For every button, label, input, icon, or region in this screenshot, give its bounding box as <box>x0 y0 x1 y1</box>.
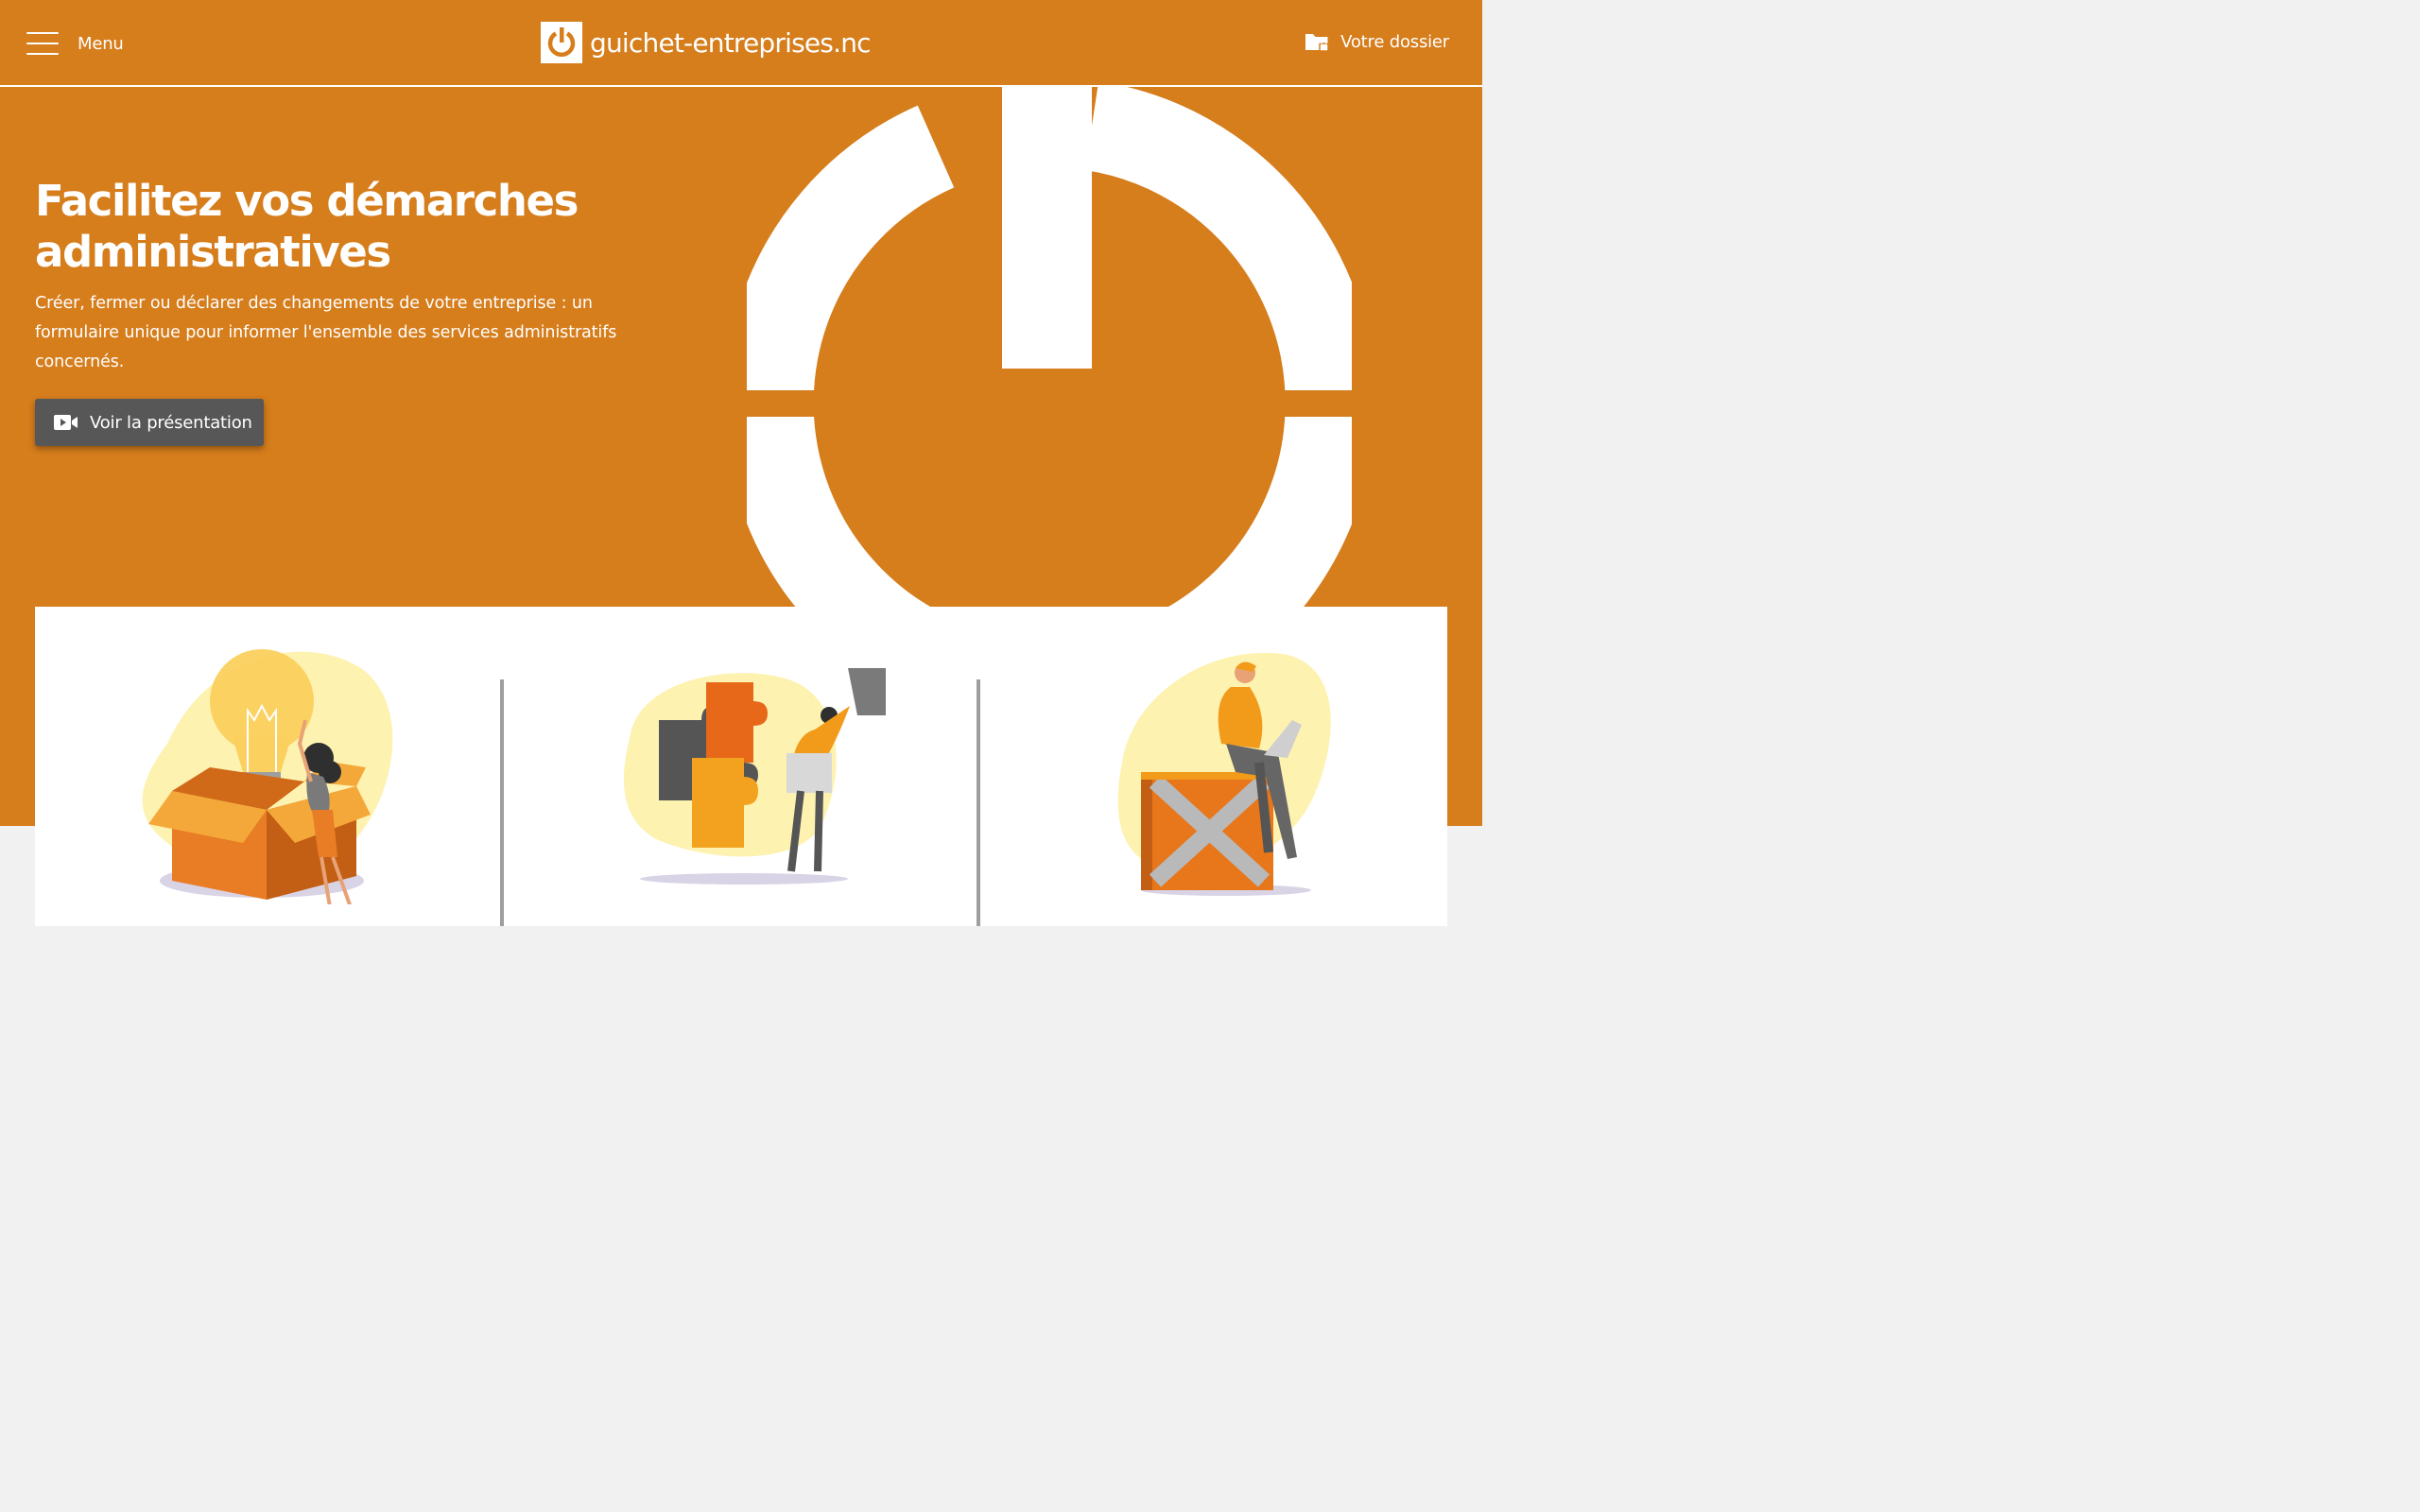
power-logo-icon <box>541 22 582 63</box>
feature-cards <box>35 607 1447 926</box>
voir-presentation-label: Voir la présentation <box>90 412 252 433</box>
menu-label: Menu <box>78 33 124 54</box>
card-divider <box>977 679 980 926</box>
menu-button[interactable]: Menu <box>26 28 124 59</box>
power-symbol-watermark <box>747 87 1352 616</box>
site-logo[interactable]: guichet-entreprises.nc <box>541 22 872 63</box>
top-header: Menu guichet-entreprises.nc Votre dossie… <box>0 0 1482 87</box>
idea-box-illustration[interactable] <box>130 640 404 904</box>
voir-presentation-button[interactable]: Voir la présentation <box>35 399 264 446</box>
logo-text: guichet-entreprises.nc <box>590 26 872 59</box>
folder-lock-icon <box>1305 34 1329 52</box>
hero-subtitle: Créer, fermer ou déclarer des changement… <box>35 294 617 371</box>
hero-title: Facilitez vos démarches administratives <box>35 176 579 277</box>
laptop-crate-illustration[interactable] <box>1103 649 1377 909</box>
card-divider <box>500 679 504 926</box>
votre-dossier-label: Votre dossier <box>1340 31 1449 52</box>
video-camera-icon <box>54 415 78 430</box>
puzzle-illustration[interactable] <box>602 659 886 895</box>
votre-dossier-link[interactable]: Votre dossier <box>1305 30 1449 53</box>
menu-icon <box>26 32 59 55</box>
